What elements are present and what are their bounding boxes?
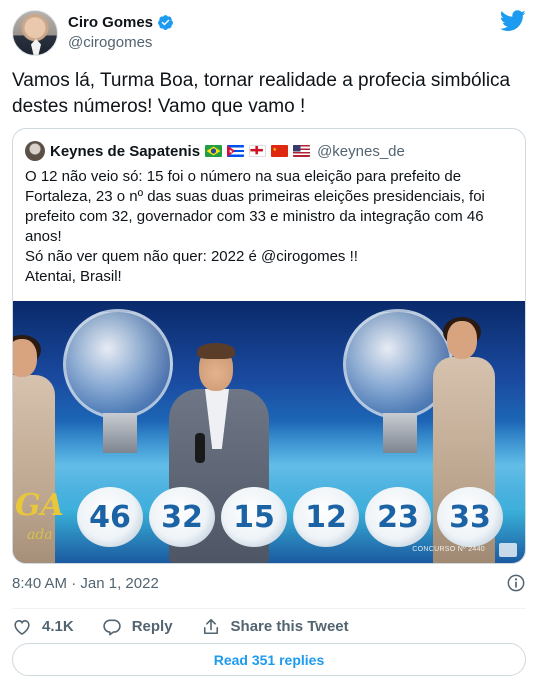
tweet-body-text: Vamos lá, Turma Boa, tornar realidade a … <box>12 70 511 117</box>
author-handle[interactable]: @cirogomes <box>68 34 174 51</box>
reply-button[interactable]: Reply <box>102 617 173 637</box>
share-icon <box>203 618 218 634</box>
tv-channel-icon <box>499 543 517 557</box>
lottery-globe-left <box>63 309 173 419</box>
author-display-name[interactable]: Ciro Gomes <box>68 14 153 31</box>
author-info: Ciro Gomes @cirogomes <box>68 14 174 51</box>
lottery-ball: 23 <box>365 487 431 547</box>
draw-number-overlay: CONCURSO Nº 2440 <box>412 546 485 553</box>
mega-sena-logo-sub: ada <box>27 527 53 543</box>
tweet-timestamp[interactable]: 8:40 AM · Jan 1, 2022 <box>12 572 526 594</box>
svg-text:★: ★ <box>229 149 234 155</box>
quoted-tweet-image[interactable]: GA ada 46 32 15 12 23 33 CONCURSO Nº 244… <box>13 301 525 563</box>
brazil-flag-icon <box>205 145 223 157</box>
quoted-text-line: Atentai, Brasil! <box>25 268 122 285</box>
svg-text:★: ★ <box>273 147 278 153</box>
twitter-bird-icon[interactable] <box>500 10 526 32</box>
tweet-actions: 4.1K Reply Share this Tweet <box>12 608 526 638</box>
quoted-author-display-name: Keynes de Sapatenis <box>50 142 201 160</box>
reply-label: Reply <box>131 618 173 635</box>
quoted-tweet-header: Keynes de Sapatenis ★ ★ @keynes_de <box>25 141 405 161</box>
quoted-tweet-text: O 12 não veio só: 15 foi o número na sua… <box>25 167 515 287</box>
lottery-ball: 33 <box>437 487 503 547</box>
tweet-time[interactable]: 8:40 AM <box>12 575 67 592</box>
timestamp-separator: · <box>67 574 81 592</box>
like-button[interactable]: 4.1K <box>12 617 74 637</box>
heart-icon <box>14 619 30 635</box>
verified-badge-icon <box>158 15 173 30</box>
share-label: Share this Tweet <box>230 618 349 635</box>
lottery-ball: 32 <box>149 487 215 547</box>
england-flag-icon <box>249 145 267 157</box>
tweet-header: Ciro Gomes @cirogomes <box>12 10 526 58</box>
lottery-ball: 46 <box>77 487 143 547</box>
china-flag-icon: ★ <box>271 145 289 157</box>
lottery-balls: 46 32 15 12 23 33 <box>77 487 503 547</box>
share-button[interactable]: Share this Tweet <box>201 617 349 637</box>
quoted-author-avatar <box>25 141 45 161</box>
author-avatar[interactable] <box>12 10 58 56</box>
quoted-tweet[interactable]: Keynes de Sapatenis ★ ★ @keynes_de O 12 … <box>12 128 526 564</box>
quoted-text-line: O 12 não veio só: 15 foi o número na sua… <box>25 168 485 245</box>
cuba-flag-icon: ★ <box>227 145 245 157</box>
info-icon[interactable] <box>506 573 526 593</box>
tweet-date[interactable]: Jan 1, 2022 <box>80 575 158 592</box>
like-count: 4.1K <box>42 618 74 635</box>
quoted-text-line: Só não ver quem não quer: 2022 é @cirogo… <box>25 248 358 265</box>
quoted-author-handle: @keynes_de <box>317 142 405 160</box>
lottery-ball: 12 <box>293 487 359 547</box>
read-replies-button[interactable]: Read 351 replies <box>12 643 526 676</box>
reply-icon <box>102 619 121 635</box>
lottery-ball: 15 <box>221 487 287 547</box>
usa-flag-icon <box>293 145 311 157</box>
